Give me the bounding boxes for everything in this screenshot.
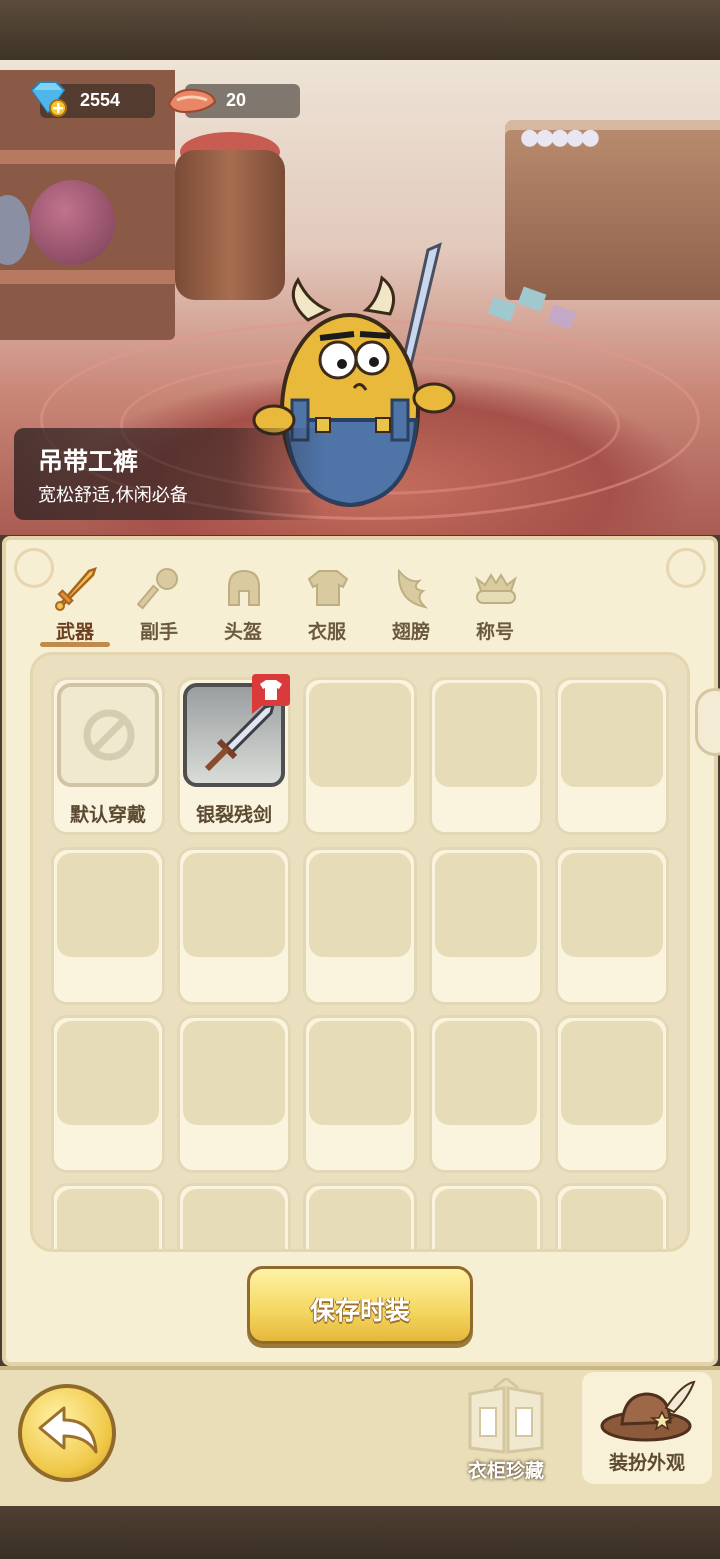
meat-icon bbox=[167, 88, 217, 114]
meat-counter[interactable]: 20 bbox=[167, 84, 300, 118]
tab-helmet-label: 头盔 bbox=[223, 621, 262, 643]
save-outfit-button[interactable]: 保存时装 bbox=[247, 1266, 473, 1344]
item-slot-empty[interactable] bbox=[303, 1183, 417, 1249]
item-slot-image bbox=[57, 683, 159, 787]
gem-count: 2554 bbox=[80, 90, 121, 110]
tab-wings-label: 翅膀 bbox=[391, 621, 430, 643]
item-slot-empty[interactable] bbox=[177, 847, 291, 1005]
back-arrow-icon bbox=[38, 1406, 98, 1454]
tab-offhand[interactable]: 副手 bbox=[124, 565, 194, 650]
item-slot-empty[interactable] bbox=[555, 847, 669, 1005]
item-slot-empty[interactable] bbox=[303, 1015, 417, 1173]
meat-count: 20 bbox=[226, 90, 247, 110]
armor-icon bbox=[307, 570, 349, 606]
outfit-appearance-button[interactable]: 装扮外观 bbox=[582, 1372, 712, 1484]
bottom-frame bbox=[0, 1506, 720, 1559]
item-slot-empty[interactable] bbox=[555, 1015, 669, 1173]
shirt-badge-icon bbox=[252, 674, 290, 714]
item-slot-empty[interactable] bbox=[555, 1183, 669, 1249]
tab-clothes[interactable]: 衣服 bbox=[292, 565, 362, 650]
feathered-hat-icon bbox=[600, 1380, 696, 1442]
wardrobe-collection-button[interactable]: 衣柜珍藏 bbox=[456, 1378, 556, 1486]
item-slot-empty[interactable] bbox=[177, 1015, 291, 1173]
panel-corner-ornament bbox=[666, 548, 706, 588]
no-symbol-icon bbox=[83, 709, 135, 761]
helmet-icon bbox=[228, 569, 260, 606]
crate-decoration bbox=[505, 130, 720, 300]
pearls-decoration: ●●●●● bbox=[520, 125, 600, 150]
item-title: 吊带工裤 bbox=[38, 448, 139, 476]
item-slot-empty[interactable] bbox=[429, 677, 543, 835]
tab-weapon-label: 武器 bbox=[55, 621, 94, 643]
tab-helmet[interactable]: 头盔 bbox=[208, 565, 278, 650]
back-button[interactable] bbox=[18, 1384, 116, 1482]
tab-wings[interactable]: 翅膀 bbox=[376, 565, 446, 650]
wardrobe-book-icon bbox=[468, 1378, 544, 1454]
item-slot-empty[interactable] bbox=[429, 847, 543, 1005]
tab-title[interactable]: 称号 bbox=[460, 565, 530, 650]
side-drawer-handle[interactable] bbox=[695, 688, 720, 756]
tab-clothes-label: 衣服 bbox=[307, 621, 346, 643]
item-slot-default[interactable]: 默认穿戴 bbox=[51, 677, 165, 835]
wing-icon bbox=[397, 568, 429, 609]
save-outfit-label: 保存时装 bbox=[309, 1297, 410, 1325]
item-info-card: 吊带工裤 宽松舒适,休闲必备 bbox=[14, 428, 324, 520]
tab-weapon[interactable]: 武器 bbox=[40, 565, 110, 650]
item-slot-empty[interactable] bbox=[303, 847, 417, 1005]
mace-icon bbox=[137, 568, 178, 610]
tab-offhand-label: 副手 bbox=[139, 621, 178, 643]
sword-icon bbox=[55, 567, 97, 611]
top-frame bbox=[0, 0, 720, 60]
item-slot-empty[interactable] bbox=[429, 1015, 543, 1173]
item-slot-empty[interactable] bbox=[51, 1183, 165, 1249]
egg-decoration bbox=[30, 180, 115, 265]
item-label: 银裂残剑 bbox=[195, 804, 272, 826]
category-tabs: 武器 副手 头盔 衣服 翅膀 称号 bbox=[32, 565, 552, 650]
item-label: 默认穿戴 bbox=[69, 804, 146, 826]
item-slot-empty[interactable] bbox=[555, 677, 669, 835]
item-slot-empty[interactable] bbox=[177, 1183, 291, 1249]
item-slot-empty[interactable] bbox=[51, 847, 165, 1005]
tab-title-label: 称号 bbox=[475, 621, 514, 643]
item-slot-empty[interactable] bbox=[303, 677, 417, 835]
gem-counter[interactable]: 2554 bbox=[30, 81, 155, 118]
active-tab-indicator bbox=[40, 642, 110, 647]
outfit-appearance-label: 装扮外观 bbox=[608, 1452, 685, 1474]
item-grid: 默认穿戴 银裂残剑 bbox=[30, 652, 690, 1252]
wardrobe-collection-label: 衣柜珍藏 bbox=[467, 1460, 544, 1482]
item-description: 宽松舒适,休闲必备 bbox=[38, 485, 188, 506]
item-slot-empty[interactable] bbox=[51, 1015, 165, 1173]
title-crown-icon bbox=[475, 573, 517, 604]
diamond-plus-icon bbox=[30, 81, 67, 117]
item-slot-empty[interactable] bbox=[429, 1183, 543, 1249]
item-slot-silver-sword[interactable]: 银裂残剑 bbox=[177, 674, 291, 835]
